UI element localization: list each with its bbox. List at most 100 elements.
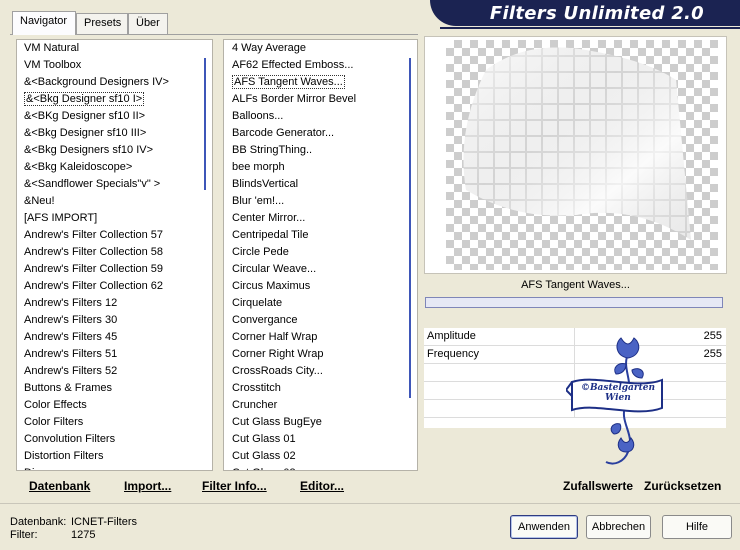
filter-list-item-label: AF62 Effected Emboss... <box>232 59 354 71</box>
filter-list-item[interactable]: Cut Glass 03 <box>230 465 417 470</box>
filter-list-item-label: Crosstitch <box>232 382 281 394</box>
filter-list-item[interactable]: Cut Glass 02 <box>230 448 417 465</box>
category-list-item[interactable]: Color Filters <box>22 414 212 431</box>
filter-list-item-label: Balloons... <box>232 110 284 122</box>
category-list-item[interactable]: &<BKg Designer sf10 II> <box>22 108 212 125</box>
category-list-item[interactable]: &<Background Designers IV> <box>22 74 212 91</box>
apply-button[interactable]: Anwenden <box>510 515 578 539</box>
filter-list-item[interactable]: Center Mirror... <box>230 210 417 227</box>
category-list-item-label: Buttons & Frames <box>24 382 113 394</box>
editor-link[interactable]: Editor... <box>300 479 344 493</box>
filter-list-item-label: Circular Weave... <box>232 263 317 275</box>
category-list-item[interactable]: Convolution Filters <box>22 431 212 448</box>
filter-list[interactable]: 4 Way Average AF62 Effected Emboss... AFS … <box>223 39 418 471</box>
filter-list-item[interactable]: Crosstitch <box>230 380 417 397</box>
status-db-label: Datenbank: <box>10 516 67 528</box>
filter-list-item-label: Circus Maximus <box>232 280 311 292</box>
category-list-item[interactable]: Andrew's Filters 30 <box>22 312 212 329</box>
category-list-item[interactable]: VM Toolbox <box>22 57 212 74</box>
filter-list-item[interactable]: BlindsVertical <box>230 176 417 193</box>
param-label: Frequency <box>427 348 479 360</box>
category-list-item-label: Andrew's Filters 30 <box>24 314 118 326</box>
tab-navigator[interactable]: Navigator <box>12 11 76 35</box>
filter-list-item[interactable]: Circle Pede <box>230 244 417 261</box>
filter-scroll-thumb[interactable] <box>409 58 411 398</box>
param-value[interactable]: 255 <box>704 348 722 360</box>
category-scrollbar[interactable] <box>199 40 212 470</box>
filter-list-item-label: BlindsVertical <box>232 178 299 190</box>
category-list-item[interactable]: Andrew's Filters 45 <box>22 329 212 346</box>
filter-list-item[interactable]: AFS Tangent Waves... <box>230 74 417 91</box>
filter-list-item[interactable]: Blur 'em!... <box>230 193 417 210</box>
zufallswerte-link[interactable]: Zufallswerte <box>563 479 633 493</box>
filter-list-item[interactable]: BB StringThing.. <box>230 142 417 159</box>
category-list-item[interactable]: Andrew's Filter Collection 58 <box>22 244 212 261</box>
filter-list-item[interactable]: Circus Maximus <box>230 278 417 295</box>
filter-list-item[interactable]: ALFs Border Mirror Bevel <box>230 91 417 108</box>
category-list-item[interactable]: Andrew's Filters 52 <box>22 363 212 380</box>
filter-list-item[interactable]: CrossRoads City... <box>230 363 417 380</box>
category-list-item[interactable]: Andrew's Filter Collection 57 <box>22 227 212 244</box>
category-list-item-label: Andrew's Filters 12 <box>24 297 118 309</box>
help-button[interactable]: Hilfe <box>662 515 732 539</box>
category-list-item[interactable]: Dis... <box>22 465 212 470</box>
category-list-item[interactable]: &Neu! <box>22 193 212 210</box>
category-list[interactable]: VM Natural VM Toolbox &<Background Designe… <box>16 39 213 471</box>
filter-list-item[interactable]: Circular Weave... <box>230 261 417 278</box>
category-list-item[interactable]: &<Sandflower Specials"v" > <box>22 176 212 193</box>
filter-list-item-label: AFS Tangent Waves... <box>232 75 345 89</box>
filter-list-item[interactable]: Cut Glass BugEye <box>230 414 417 431</box>
param-value[interactable]: 255 <box>704 330 722 342</box>
tab-ueber[interactable]: Über <box>128 13 168 34</box>
filter-info-link-label: Filter Info... <box>202 479 267 493</box>
category-list-item-label: &<Sandflower Specials"v" > <box>24 178 161 190</box>
preview-image <box>463 47 691 240</box>
filter-list-item[interactable]: Cut Glass 01 <box>230 431 417 448</box>
cancel-button[interactable]: Abbrechen <box>586 515 651 539</box>
filter-list-item[interactable]: Cirquelate <box>230 295 417 312</box>
filter-list-item[interactable]: Cruncher <box>230 397 417 414</box>
filter-scrollbar[interactable] <box>404 40 417 470</box>
category-list-item[interactable]: Buttons & Frames <box>22 380 212 397</box>
category-list-item[interactable]: Andrew's Filters 51 <box>22 346 212 363</box>
filter-list-item[interactable]: Centripedal Tile <box>230 227 417 244</box>
tab-presets[interactable]: Presets <box>76 13 128 34</box>
category-list-item[interactable]: VM Natural <box>22 40 212 57</box>
zuruecksetzen-link[interactable]: Zurücksetzen <box>644 479 721 493</box>
category-list-item-label: Andrew's Filter Collection 58 <box>24 246 164 258</box>
category-list-item-label: &<BKg Designer sf10 II> <box>24 110 146 122</box>
category-list-item[interactable]: [AFS IMPORT] <box>22 210 212 227</box>
category-items: VM Natural VM Toolbox &<Background Designe… <box>22 40 212 470</box>
filter-list-item-label: Cirquelate <box>232 297 283 309</box>
filter-list-item[interactable]: Corner Right Wrap <box>230 346 417 363</box>
filter-list-item[interactable]: Barcode Generator... <box>230 125 417 142</box>
filter-list-item[interactable]: Convergance <box>230 312 417 329</box>
category-scroll-thumb[interactable] <box>204 58 206 190</box>
filter-list-item[interactable]: Corner Half Wrap <box>230 329 417 346</box>
filter-list-item[interactable]: bee morph <box>230 159 417 176</box>
import-link-label: Import... <box>124 479 172 493</box>
datenbank-link[interactable]: Datenbank <box>29 479 90 493</box>
category-list-item-label: &Neu! <box>24 195 55 207</box>
category-list-item[interactable]: Distortion Filters <box>22 448 212 465</box>
filter-list-item-label: ALFs Border Mirror Bevel <box>232 93 357 105</box>
category-list-item[interactable]: Andrew's Filter Collection 59 <box>22 261 212 278</box>
category-list-item[interactable]: &<Bkg Designer sf10 III> <box>22 125 212 142</box>
category-list-item[interactable]: &<Bkg Kaleidoscope> <box>22 159 212 176</box>
status-filter-value: 1275 <box>71 529 96 541</box>
filter-list-item-label: Centripedal Tile <box>232 229 309 241</box>
category-list-item[interactable]: Andrew's Filters 12 <box>22 295 212 312</box>
category-list-item[interactable]: Color Effects <box>22 397 212 414</box>
category-list-item-label: Andrew's Filters 45 <box>24 331 118 343</box>
category-list-item[interactable]: Andrew's Filter Collection 62 <box>22 278 212 295</box>
filter-info-link[interactable]: Filter Info... <box>202 479 267 493</box>
import-link[interactable]: Import... <box>124 479 171 493</box>
filter-list-item[interactable]: Balloons... <box>230 108 417 125</box>
category-list-item[interactable]: &<Bkg Designers sf10 IV> <box>22 142 212 159</box>
category-list-item[interactable]: &<Bkg Designer sf10 I> <box>22 91 212 108</box>
filter-list-item-label: Cruncher <box>232 399 278 411</box>
filter-list-item[interactable]: 4 Way Average <box>230 40 417 57</box>
filter-list-item[interactable]: AF62 Effected Emboss... <box>230 57 417 74</box>
preview-canvas[interactable] <box>446 40 718 270</box>
category-list-item-label: &<Bkg Designer sf10 III> <box>24 127 147 139</box>
